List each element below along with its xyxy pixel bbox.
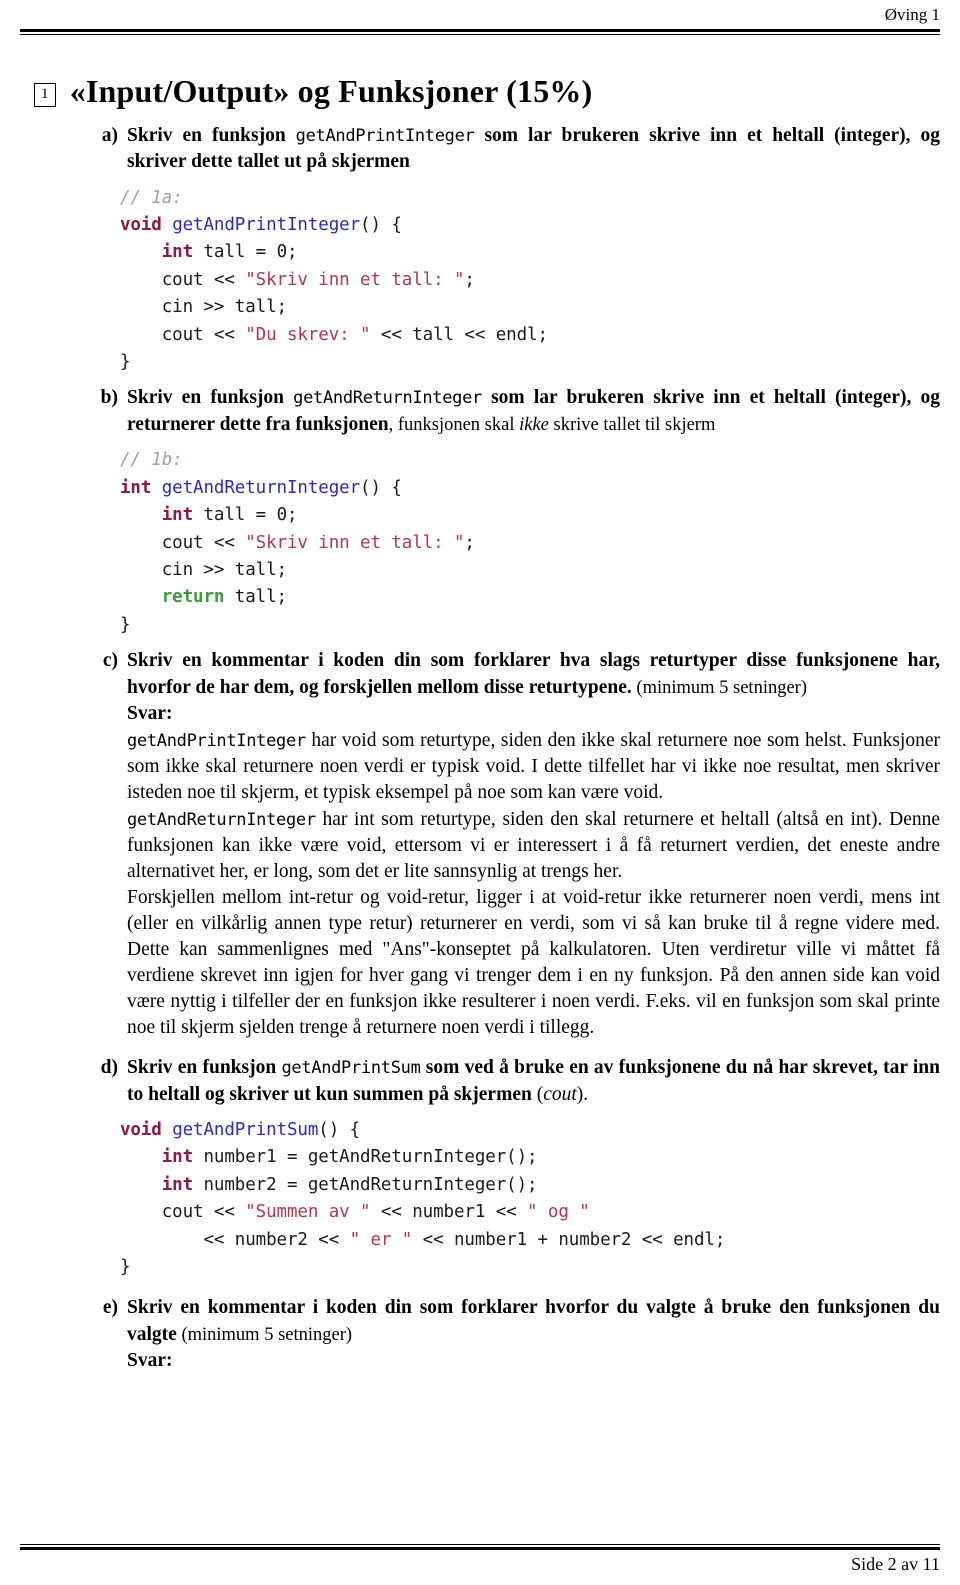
- item-body-b: Skriv en funksjon getAndReturnInteger so…: [127, 385, 940, 438]
- item-body-d: Skriv en funksjon getAndPrintSum som ved…: [127, 1055, 940, 1108]
- item-c-text-1: Skriv en kommentar i koden din som forkl…: [127, 650, 940, 698]
- answer-c1-mono: getAndPrintInteger: [127, 730, 306, 751]
- list-item-c: c) Skriv en kommentar i koden din som fo…: [20, 648, 940, 701]
- answer-paragraph-c2: getAndReturnInteger har int som returtyp…: [127, 807, 940, 885]
- item-label-a: a): [101, 124, 118, 146]
- svar-label-c: Svar:: [127, 703, 173, 725]
- page-title: 1 «Input/Output» og Funksjoner (15%): [34, 73, 940, 111]
- item-c-normal-1: (minimum 5 setninger): [631, 677, 807, 698]
- item-b-text-1: Skriv en funksjon: [127, 387, 294, 409]
- answer-c3-text: Forskjellen mellom int-retur og void-ret…: [127, 887, 940, 1039]
- item-d-text-1: Skriv en funksjon: [127, 1057, 282, 1079]
- list-item-e: e) Skriv en kommentar i koden din som fo…: [20, 1295, 940, 1375]
- header-rule: [20, 28, 940, 35]
- code-block-1a: // 1a: void getAndPrintInteger() { int t…: [120, 187, 548, 372]
- list-item-d: d) Skriv en funksjon getAndPrintSum som …: [20, 1055, 940, 1108]
- item-b-normal-1: , funksjonen skal: [388, 414, 520, 435]
- code-block-1b: // 1b: int getAndReturnInteger() { int t…: [120, 450, 475, 635]
- item-body-c: Skriv en kommentar i koden din som forkl…: [127, 648, 940, 701]
- header-right-text: Øving 1: [884, 5, 940, 24]
- item-e-normal-1: (minimum 5 setninger): [176, 1324, 353, 1345]
- svar-label-e: Svar:: [127, 1350, 173, 1372]
- item-b-italic-1: ikke: [519, 414, 549, 435]
- section-number-box: 1: [34, 82, 56, 107]
- answer-block-c: Svar: getAndPrintInteger har void som re…: [20, 701, 940, 1041]
- item-body-a: Skriv en funksjon getAndPrintInteger som…: [127, 123, 940, 176]
- answer-c2-mono: getAndReturnInteger: [127, 809, 316, 830]
- code-comment-1b: // 1b:: [120, 450, 183, 471]
- item-d-normal-2: ).: [576, 1083, 589, 1105]
- item-b-normal-2: skrive tallet til skjerm: [548, 414, 716, 435]
- item-label-d: d): [100, 1057, 118, 1079]
- page-footer: Side 2 av 11: [20, 1544, 940, 1575]
- item-b-mono-1: getAndReturnInteger: [293, 388, 482, 409]
- item-label-e: e): [102, 1297, 118, 1319]
- list-item-a: a) Skriv en funksjon getAndPrintInteger …: [20, 123, 940, 176]
- section-title-text: «Input/Output» og Funksjoner (15%): [69, 72, 593, 109]
- item-label-c: c): [102, 650, 118, 671]
- code-block-1d: void getAndPrintSum() { int number1 = ge…: [120, 1120, 726, 1277]
- list-item-b: b) Skriv en funksjon getAndReturnInteger…: [20, 385, 940, 438]
- page-header: Øving 1: [20, 0, 940, 25]
- item-a-mono-1: getAndPrintInteger: [295, 125, 475, 146]
- answer-paragraph-c1: getAndPrintInteger har void som returtyp…: [127, 728, 940, 806]
- item-a-text-1: Skriv en funksjon: [127, 124, 296, 146]
- item-label-b: b): [100, 387, 118, 409]
- footer-page-number: Side 2 av 11: [851, 1554, 940, 1574]
- answer-paragraph-c3: Forskjellen mellom int-retur og void-ret…: [127, 885, 940, 1041]
- item-body-e: Skriv en kommentar i koden din som forkl…: [127, 1295, 940, 1375]
- code-comment-1a: // 1a:: [120, 187, 183, 208]
- item-d-italic-1: cout: [543, 1083, 577, 1105]
- document-page: Øving 1 1 «Input/Output» og Funksjoner (…: [0, 0, 960, 1585]
- item-d-mono-1: getAndPrintSum: [281, 1058, 421, 1079]
